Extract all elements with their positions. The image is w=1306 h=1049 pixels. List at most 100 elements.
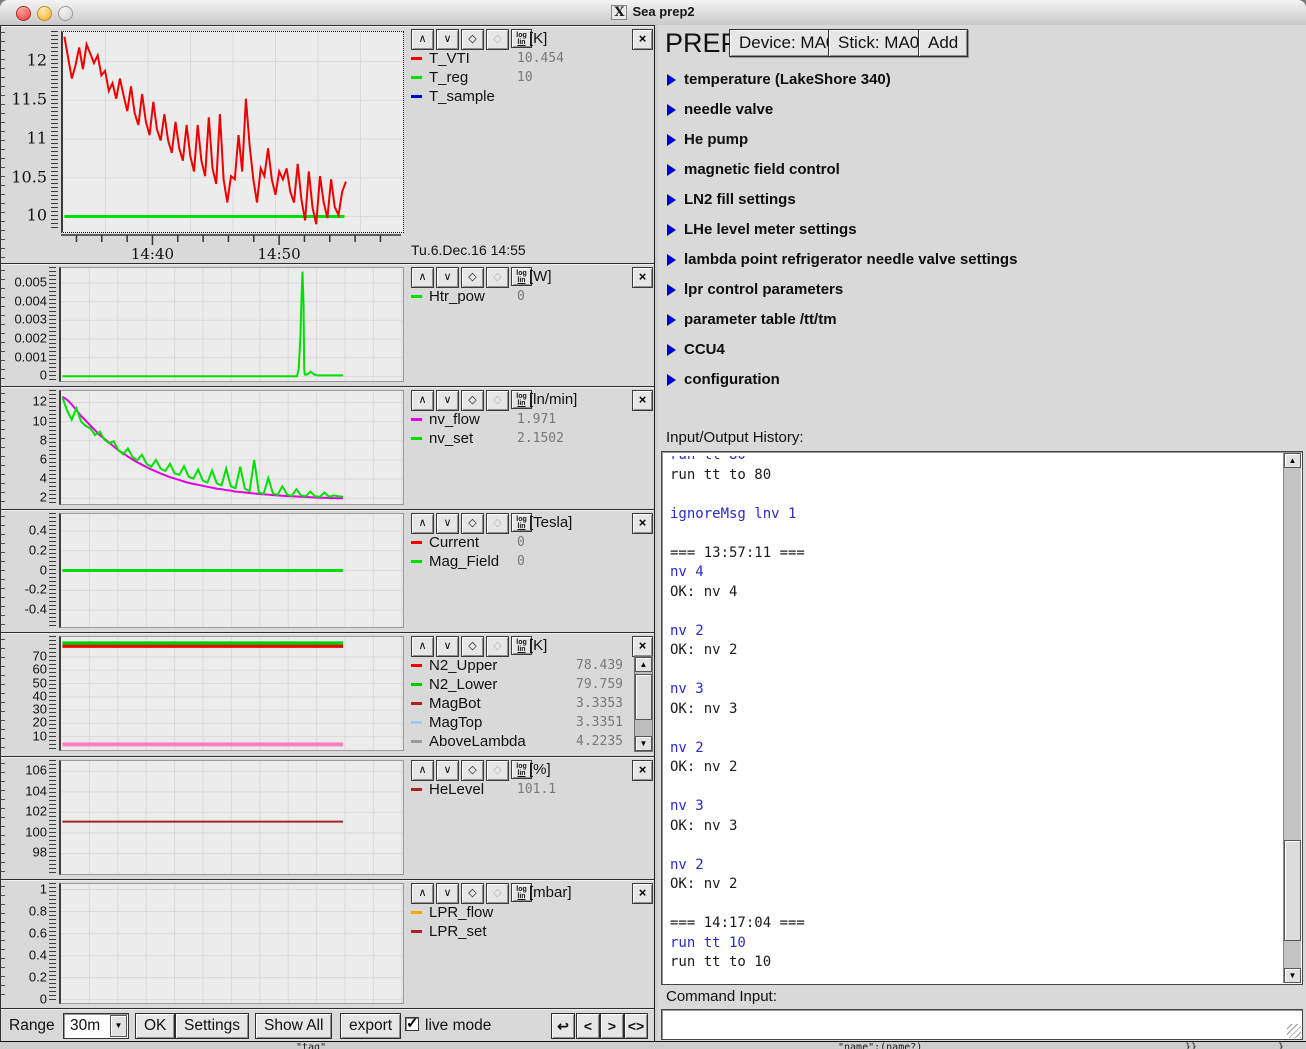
section-row[interactable]: lpr control parameters [658, 275, 1306, 305]
expand-triangle-icon[interactable] [667, 194, 676, 206]
section-row[interactable]: CCU4 [658, 335, 1306, 365]
expand-triangle-icon[interactable] [667, 344, 676, 356]
close-chart-button[interactable]: × [632, 883, 653, 904]
scale-up-button[interactable]: ∧ [411, 636, 434, 657]
autoscale-disabled-button[interactable]: ◇ [486, 883, 509, 904]
plot-area[interactable] [59, 267, 404, 382]
scale-up-button[interactable]: ∧ [411, 883, 434, 904]
command-input[interactable] [661, 1009, 1303, 1040]
legend-item[interactable]: T_VTI10.454 [411, 49, 651, 68]
ok-button[interactable]: OK [135, 1013, 175, 1039]
expand-triangle-icon[interactable] [667, 374, 676, 386]
legend-item[interactable]: Current0 [411, 533, 651, 552]
scale-down-button[interactable]: ∨ [436, 513, 459, 534]
console-scrollbar[interactable]: ▲ ▼ [1283, 453, 1301, 983]
legend-item[interactable]: T_sample [411, 87, 651, 106]
section-row[interactable]: LHe level meter settings [658, 215, 1306, 245]
legend-item[interactable]: nv_flow1.971 [411, 410, 651, 429]
scale-down-button[interactable]: ∨ [436, 883, 459, 904]
section-row[interactable]: temperature (LakeShore 340) [658, 65, 1306, 95]
legend-item[interactable]: HeLevel101.1 [411, 780, 651, 799]
autoscale-disabled-button[interactable]: ◇ [486, 390, 509, 411]
scale-down-button[interactable]: ∨ [436, 636, 459, 657]
legend-scrollbar[interactable]: ▲▼ [634, 656, 653, 752]
scroll-up-icon[interactable]: ▲ [1284, 453, 1301, 468]
autoscale-disabled-button[interactable]: ◇ [486, 267, 509, 288]
expand-triangle-icon[interactable] [667, 254, 676, 266]
jump-latest-button[interactable]: ↩ [551, 1013, 575, 1039]
section-row[interactable]: needle valve [658, 95, 1306, 125]
close-chart-button[interactable]: × [632, 29, 653, 50]
scale-up-button[interactable]: ∧ [411, 760, 434, 781]
scale-down-button[interactable]: ∨ [436, 390, 459, 411]
section-row[interactable]: parameter table /tt/tm [658, 305, 1306, 335]
section-row[interactable]: lambda point refrigerator needle valve s… [658, 245, 1306, 275]
scroll-right-button[interactable]: > [600, 1013, 624, 1039]
plot-area[interactable] [59, 883, 404, 1004]
plot-area[interactable] [61, 31, 404, 233]
section-row[interactable]: configuration [658, 365, 1306, 395]
expand-triangle-icon[interactable] [667, 164, 676, 176]
show-all-button[interactable]: Show All [255, 1013, 332, 1039]
export-button[interactable]: export [340, 1013, 401, 1039]
live-mode-checkbox[interactable]: ✓ [405, 1017, 419, 1031]
add-button[interactable]: Add [918, 29, 968, 57]
scrollbar-thumb[interactable] [1284, 840, 1301, 941]
plot-area[interactable] [59, 390, 404, 505]
chevron-down-icon[interactable]: ▼ [110, 1015, 127, 1037]
autoscale-button[interactable]: ◇ [461, 760, 484, 781]
legend-item[interactable]: LPR_flow [411, 903, 651, 922]
expand-triangle-icon[interactable] [667, 314, 676, 326]
legend-item[interactable]: T_reg10 [411, 68, 651, 87]
legend-item[interactable]: N2_Upper78.439 [411, 656, 651, 675]
autoscale-button[interactable]: ◇ [461, 513, 484, 534]
plot-area[interactable] [59, 760, 404, 875]
expand-triangle-icon[interactable] [667, 284, 676, 296]
close-chart-button[interactable]: × [632, 267, 653, 288]
section-row[interactable]: He pump [658, 125, 1306, 155]
legend-item[interactable]: Mag_Field0 [411, 552, 651, 571]
legend-item[interactable]: AboveLambda4.2235 [411, 732, 651, 751]
autoscale-disabled-button[interactable]: ◇ [486, 513, 509, 534]
autoscale-button[interactable]: ◇ [461, 29, 484, 50]
legend-item[interactable]: MagBot3.3353 [411, 694, 651, 713]
scale-down-button[interactable]: ∨ [436, 760, 459, 781]
close-chart-button[interactable]: × [632, 513, 653, 534]
section-row[interactable]: LN2 fill settings [658, 185, 1306, 215]
scroll-down-icon[interactable]: ▼ [1284, 968, 1301, 983]
autoscale-button[interactable]: ◇ [461, 883, 484, 904]
autoscale-button[interactable]: ◇ [461, 267, 484, 288]
scroll-up-icon[interactable]: ▲ [635, 657, 652, 672]
scroll-down-icon[interactable]: ▼ [635, 736, 652, 751]
io-history-console[interactable]: run tt 80run tt to 80 ignoreMsg lnv 1 ==… [661, 451, 1303, 985]
plot-area[interactable] [59, 636, 404, 751]
zoom-out-button[interactable]: <> [624, 1013, 648, 1039]
autoscale-button[interactable]: ◇ [461, 390, 484, 411]
settings-button[interactable]: Settings [175, 1013, 249, 1039]
scrollbar-thumb[interactable] [635, 674, 652, 720]
expand-triangle-icon[interactable] [667, 104, 676, 116]
legend-item[interactable]: MagTop3.3351 [411, 713, 651, 732]
scale-up-button[interactable]: ∧ [411, 390, 434, 411]
autoscale-disabled-button[interactable]: ◇ [486, 29, 509, 50]
expand-triangle-icon[interactable] [667, 134, 676, 146]
autoscale-disabled-button[interactable]: ◇ [486, 760, 509, 781]
section-row[interactable]: magnetic field control [658, 155, 1306, 185]
scale-up-button[interactable]: ∧ [411, 29, 434, 50]
resize-grip-icon[interactable] [1287, 1024, 1301, 1038]
autoscale-disabled-button[interactable]: ◇ [486, 636, 509, 657]
legend-item[interactable]: Htr_pow0 [411, 287, 651, 306]
scale-down-button[interactable]: ∨ [436, 29, 459, 50]
range-select[interactable]: 30m ▼ [63, 1013, 129, 1039]
scroll-left-button[interactable]: < [576, 1013, 600, 1039]
autoscale-button[interactable]: ◇ [461, 636, 484, 657]
legend-item[interactable]: LPR_set [411, 922, 651, 941]
legend-item[interactable]: nv_set2.1502 [411, 429, 651, 448]
scale-up-button[interactable]: ∧ [411, 513, 434, 534]
plot-area[interactable] [59, 513, 404, 628]
scale-down-button[interactable]: ∨ [436, 267, 459, 288]
expand-triangle-icon[interactable] [667, 74, 676, 86]
close-chart-button[interactable]: × [632, 390, 653, 411]
expand-triangle-icon[interactable] [667, 224, 676, 236]
scale-up-button[interactable]: ∧ [411, 267, 434, 288]
